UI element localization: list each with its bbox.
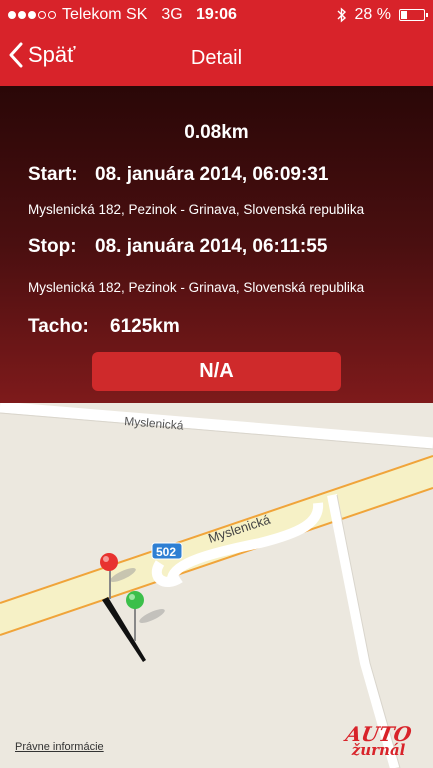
logo-line1: AUTO xyxy=(343,722,414,746)
stop-address: Myslenická 182, Pezinok - Grinava, Slove… xyxy=(28,280,365,295)
stop-label: Stop: xyxy=(28,236,77,257)
back-button[interactable]: Späť xyxy=(8,42,75,68)
status-bar: Telekom SK 3G 19:06 28 % xyxy=(0,0,433,30)
trip-distance: 0.08km xyxy=(184,122,249,143)
tacho-label: Tacho: xyxy=(28,316,89,337)
chevron-left-icon xyxy=(9,42,23,68)
battery-icon xyxy=(399,9,428,21)
road-number-text: 502 xyxy=(156,545,176,559)
autozurnal-logo: AUTO žurnál xyxy=(343,722,414,758)
battery-percent: 28 % xyxy=(354,6,391,23)
back-label: Späť xyxy=(28,42,76,67)
start-address: Myslenická 182, Pezinok - Grinava, Slove… xyxy=(28,202,365,217)
bluetooth-icon xyxy=(337,7,346,23)
navigation-bar: Späť Detail xyxy=(0,30,433,86)
map-canvas: Myslenická 502 Myslenická xyxy=(0,403,433,768)
start-datetime: 08. januára 2014, 06:09:31 xyxy=(95,164,329,185)
stop-datetime: 08. januára 2014, 06:11:55 xyxy=(95,236,328,257)
battery-level xyxy=(401,11,407,19)
status-right: 28 % xyxy=(337,6,428,24)
main-road xyxy=(0,456,433,635)
start-label: Start: xyxy=(28,164,78,185)
map-view[interactable]: Myslenická 502 Myslenická Právne informá… xyxy=(0,403,433,768)
trip-detail-panel: 0.08km Start: 08. januára 2014, 06:09:31… xyxy=(0,86,433,403)
na-button[interactable]: N/A xyxy=(92,352,341,391)
legal-info-link[interactable]: Právne informácie xyxy=(15,741,104,753)
tacho-value: 6125km xyxy=(110,316,180,337)
